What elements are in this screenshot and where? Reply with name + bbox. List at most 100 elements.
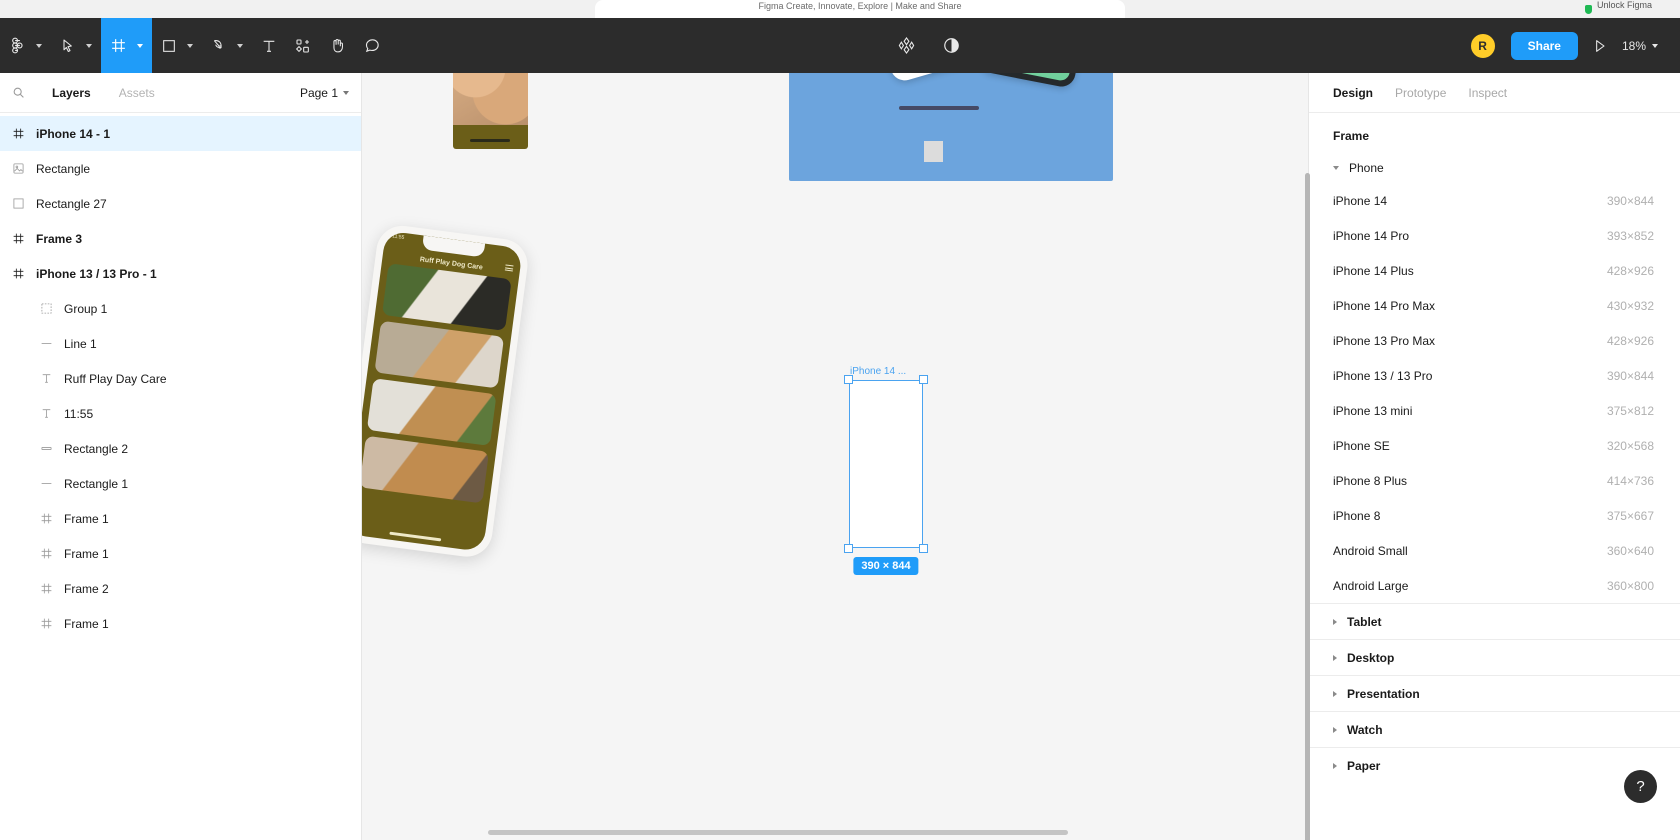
toolbar-group-shape[interactable] bbox=[152, 18, 202, 73]
group-header-presentation[interactable]: Presentation bbox=[1309, 675, 1680, 711]
page-selector[interactable]: Page 1 bbox=[300, 86, 349, 100]
layer-row[interactable]: Group 1 bbox=[0, 291, 361, 326]
chevron-down-icon-move[interactable] bbox=[86, 43, 92, 48]
device-dimensions: 430×932 bbox=[1606, 298, 1654, 313]
chevron-down-icon-shape[interactable] bbox=[187, 43, 193, 48]
group-phone-header[interactable]: Phone bbox=[1309, 153, 1680, 183]
toolbar-group-hand[interactable] bbox=[320, 18, 355, 73]
group-label: Tablet bbox=[1347, 614, 1382, 629]
toolbar-group-frame[interactable] bbox=[101, 18, 152, 73]
layer-row[interactable]: Frame 1 bbox=[0, 536, 361, 571]
selected-frame[interactable]: iPhone 14 ... 390 × 844 bbox=[844, 366, 928, 575]
layer-row[interactable]: Rectangle 2 bbox=[0, 431, 361, 466]
toolbar-group-move[interactable] bbox=[51, 18, 101, 73]
selected-frame-label[interactable]: iPhone 14 ... bbox=[850, 366, 906, 377]
components-icon[interactable] bbox=[286, 18, 320, 73]
comment-icon[interactable] bbox=[355, 18, 390, 73]
resize-handle-top-left[interactable] bbox=[844, 375, 853, 384]
device-preset-row[interactable]: iPhone 14 Plus 428×926 bbox=[1309, 253, 1680, 288]
search-icon[interactable] bbox=[12, 86, 38, 99]
toolbar-group-comment[interactable] bbox=[355, 18, 390, 73]
device-preset-row[interactable]: iPhone 8 375×667 bbox=[1309, 498, 1680, 533]
help-button[interactable]: ? bbox=[1624, 770, 1657, 803]
resize-handle-bottom-right[interactable] bbox=[919, 544, 928, 553]
device-preset-row[interactable]: iPhone 13 Pro Max 428×926 bbox=[1309, 323, 1680, 358]
device-preset-row[interactable]: iPhone 8 Plus 414×736 bbox=[1309, 463, 1680, 498]
share-button[interactable]: Share bbox=[1510, 31, 1578, 60]
canvas-horizontal-scrollbar[interactable] bbox=[362, 830, 1308, 836]
layer-row[interactable]: 11:55 bbox=[0, 396, 361, 431]
toolbar-group-pen[interactable] bbox=[202, 18, 252, 73]
actions-icon[interactable] bbox=[897, 36, 916, 55]
layer-row[interactable]: Frame 1 bbox=[0, 606, 361, 641]
resize-handle-top-right[interactable] bbox=[919, 375, 928, 384]
text-icon bbox=[40, 372, 64, 385]
collapsed-group-list: Tablet Desktop Presentation Watch Paper bbox=[1309, 603, 1680, 783]
device-dimensions: 393×852 bbox=[1606, 228, 1654, 243]
device-dimensions: 390×844 bbox=[1606, 368, 1654, 383]
resize-handle-bottom-left[interactable] bbox=[844, 544, 853, 553]
device-preset-row[interactable]: Android Small 360×640 bbox=[1309, 533, 1680, 568]
group-phone-label: Phone bbox=[1349, 161, 1384, 175]
square-icon bbox=[12, 197, 36, 210]
canvas-artboard-blue[interactable] bbox=[789, 73, 1113, 181]
browser-tab[interactable]: Figma Create, Innovate, Explore | Make a… bbox=[595, 0, 1125, 18]
top-toolbar: R Share 18% bbox=[0, 18, 1680, 73]
figma-logo-icon[interactable] bbox=[0, 18, 35, 73]
tab-layers[interactable]: Layers bbox=[38, 86, 105, 100]
cursor-icon[interactable] bbox=[51, 18, 85, 73]
group-header-watch[interactable]: Watch bbox=[1309, 711, 1680, 747]
canvas-small-shape[interactable] bbox=[924, 141, 943, 162]
toolbar-group-text[interactable] bbox=[252, 18, 286, 73]
device-preset-row[interactable]: iPhone 14 Pro Max 430×932 bbox=[1309, 288, 1680, 323]
chevron-down-icon-pen[interactable] bbox=[237, 43, 243, 48]
tab-inspect[interactable]: Inspect bbox=[1468, 86, 1507, 100]
chevron-down-icon-zoom[interactable] bbox=[1652, 43, 1658, 48]
page-selector-label: Page 1 bbox=[299, 85, 338, 100]
canvas-artboard-thumbnail[interactable] bbox=[453, 73, 528, 149]
layer-row[interactable]: Frame 3 bbox=[0, 221, 361, 256]
layer-row[interactable]: Rectangle 27 bbox=[0, 186, 361, 221]
toolbar-group-figma-menu[interactable] bbox=[0, 18, 51, 73]
layer-row[interactable]: Ruff Play Day Care bbox=[0, 361, 361, 396]
group-header-desktop[interactable]: Desktop bbox=[1309, 639, 1680, 675]
layer-row[interactable]: Rectangle 1 bbox=[0, 466, 361, 501]
tab-design[interactable]: Design bbox=[1333, 86, 1373, 100]
group-header-paper[interactable]: Paper bbox=[1309, 747, 1680, 783]
square-icon[interactable] bbox=[152, 18, 186, 73]
dark-mode-icon[interactable] bbox=[942, 36, 961, 55]
avatar[interactable]: R bbox=[1468, 31, 1497, 60]
layer-row[interactable]: Rectangle bbox=[0, 151, 361, 186]
layer-row[interactable]: Line 1 bbox=[0, 326, 361, 361]
device-preset-row[interactable]: iPhone SE 320×568 bbox=[1309, 428, 1680, 463]
device-preset-row[interactable]: Android Large 360×800 bbox=[1309, 568, 1680, 603]
device-preset-row[interactable]: iPhone 13 / 13 Pro 390×844 bbox=[1309, 358, 1680, 393]
play-icon[interactable] bbox=[1592, 38, 1608, 54]
panel-section-title: Frame bbox=[1333, 129, 1370, 143]
device-preset-row[interactable]: iPhone 13 mini 375×812 bbox=[1309, 393, 1680, 428]
layer-label: Frame 1 bbox=[64, 546, 109, 561]
tab-assets[interactable]: Assets bbox=[105, 86, 169, 100]
toolbar-group-resources[interactable] bbox=[286, 18, 320, 73]
right-panel-scrollbar[interactable] bbox=[1305, 173, 1310, 840]
canvas[interactable]: 11:55 Ruff Play Dog Care iPhone 14 ... 3… bbox=[362, 73, 1308, 840]
group-header-tablet[interactable]: Tablet bbox=[1309, 603, 1680, 639]
hand-icon[interactable] bbox=[320, 18, 355, 73]
chevron-down-icon-frame[interactable] bbox=[137, 43, 143, 48]
selected-frame-rect[interactable] bbox=[849, 380, 923, 548]
device-preset-row[interactable]: iPhone 14 Pro 393×852 bbox=[1309, 218, 1680, 253]
zoom-control[interactable]: 18% bbox=[1622, 39, 1662, 53]
left-panel-header: Layers Assets Page 1 bbox=[0, 73, 361, 113]
tab-prototype[interactable]: Prototype bbox=[1395, 86, 1446, 100]
pen-icon[interactable] bbox=[202, 18, 236, 73]
layer-row[interactable]: iPhone 14 - 1 bbox=[0, 116, 361, 151]
layer-row[interactable]: iPhone 13 / 13 Pro - 1 bbox=[0, 256, 361, 291]
layer-row[interactable]: Frame 1 bbox=[0, 501, 361, 536]
phone-mockup[interactable]: 11:55 Ruff Play Dog Care bbox=[362, 222, 558, 584]
text-icon[interactable] bbox=[252, 18, 286, 73]
chevron-down-icon-figma[interactable] bbox=[36, 43, 42, 48]
frame-icon[interactable] bbox=[101, 18, 136, 73]
device-preset-row[interactable]: iPhone 14 390×844 bbox=[1309, 183, 1680, 218]
layer-row[interactable]: Frame 2 bbox=[0, 571, 361, 606]
artboard-photo bbox=[453, 73, 528, 125]
